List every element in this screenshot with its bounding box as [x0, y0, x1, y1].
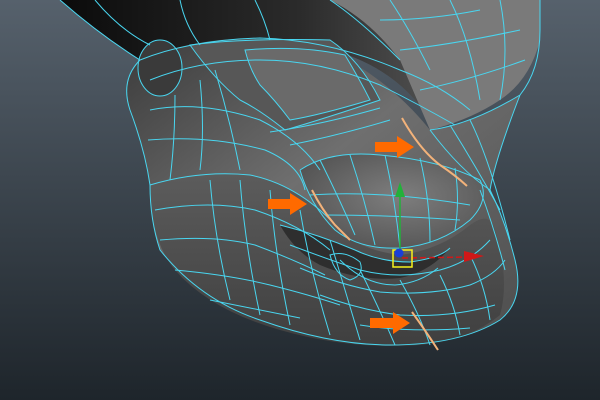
maya-viewport[interactable] [0, 0, 600, 400]
viewport-scene[interactable] [0, 0, 600, 400]
z-axis-handle[interactable] [394, 248, 404, 258]
